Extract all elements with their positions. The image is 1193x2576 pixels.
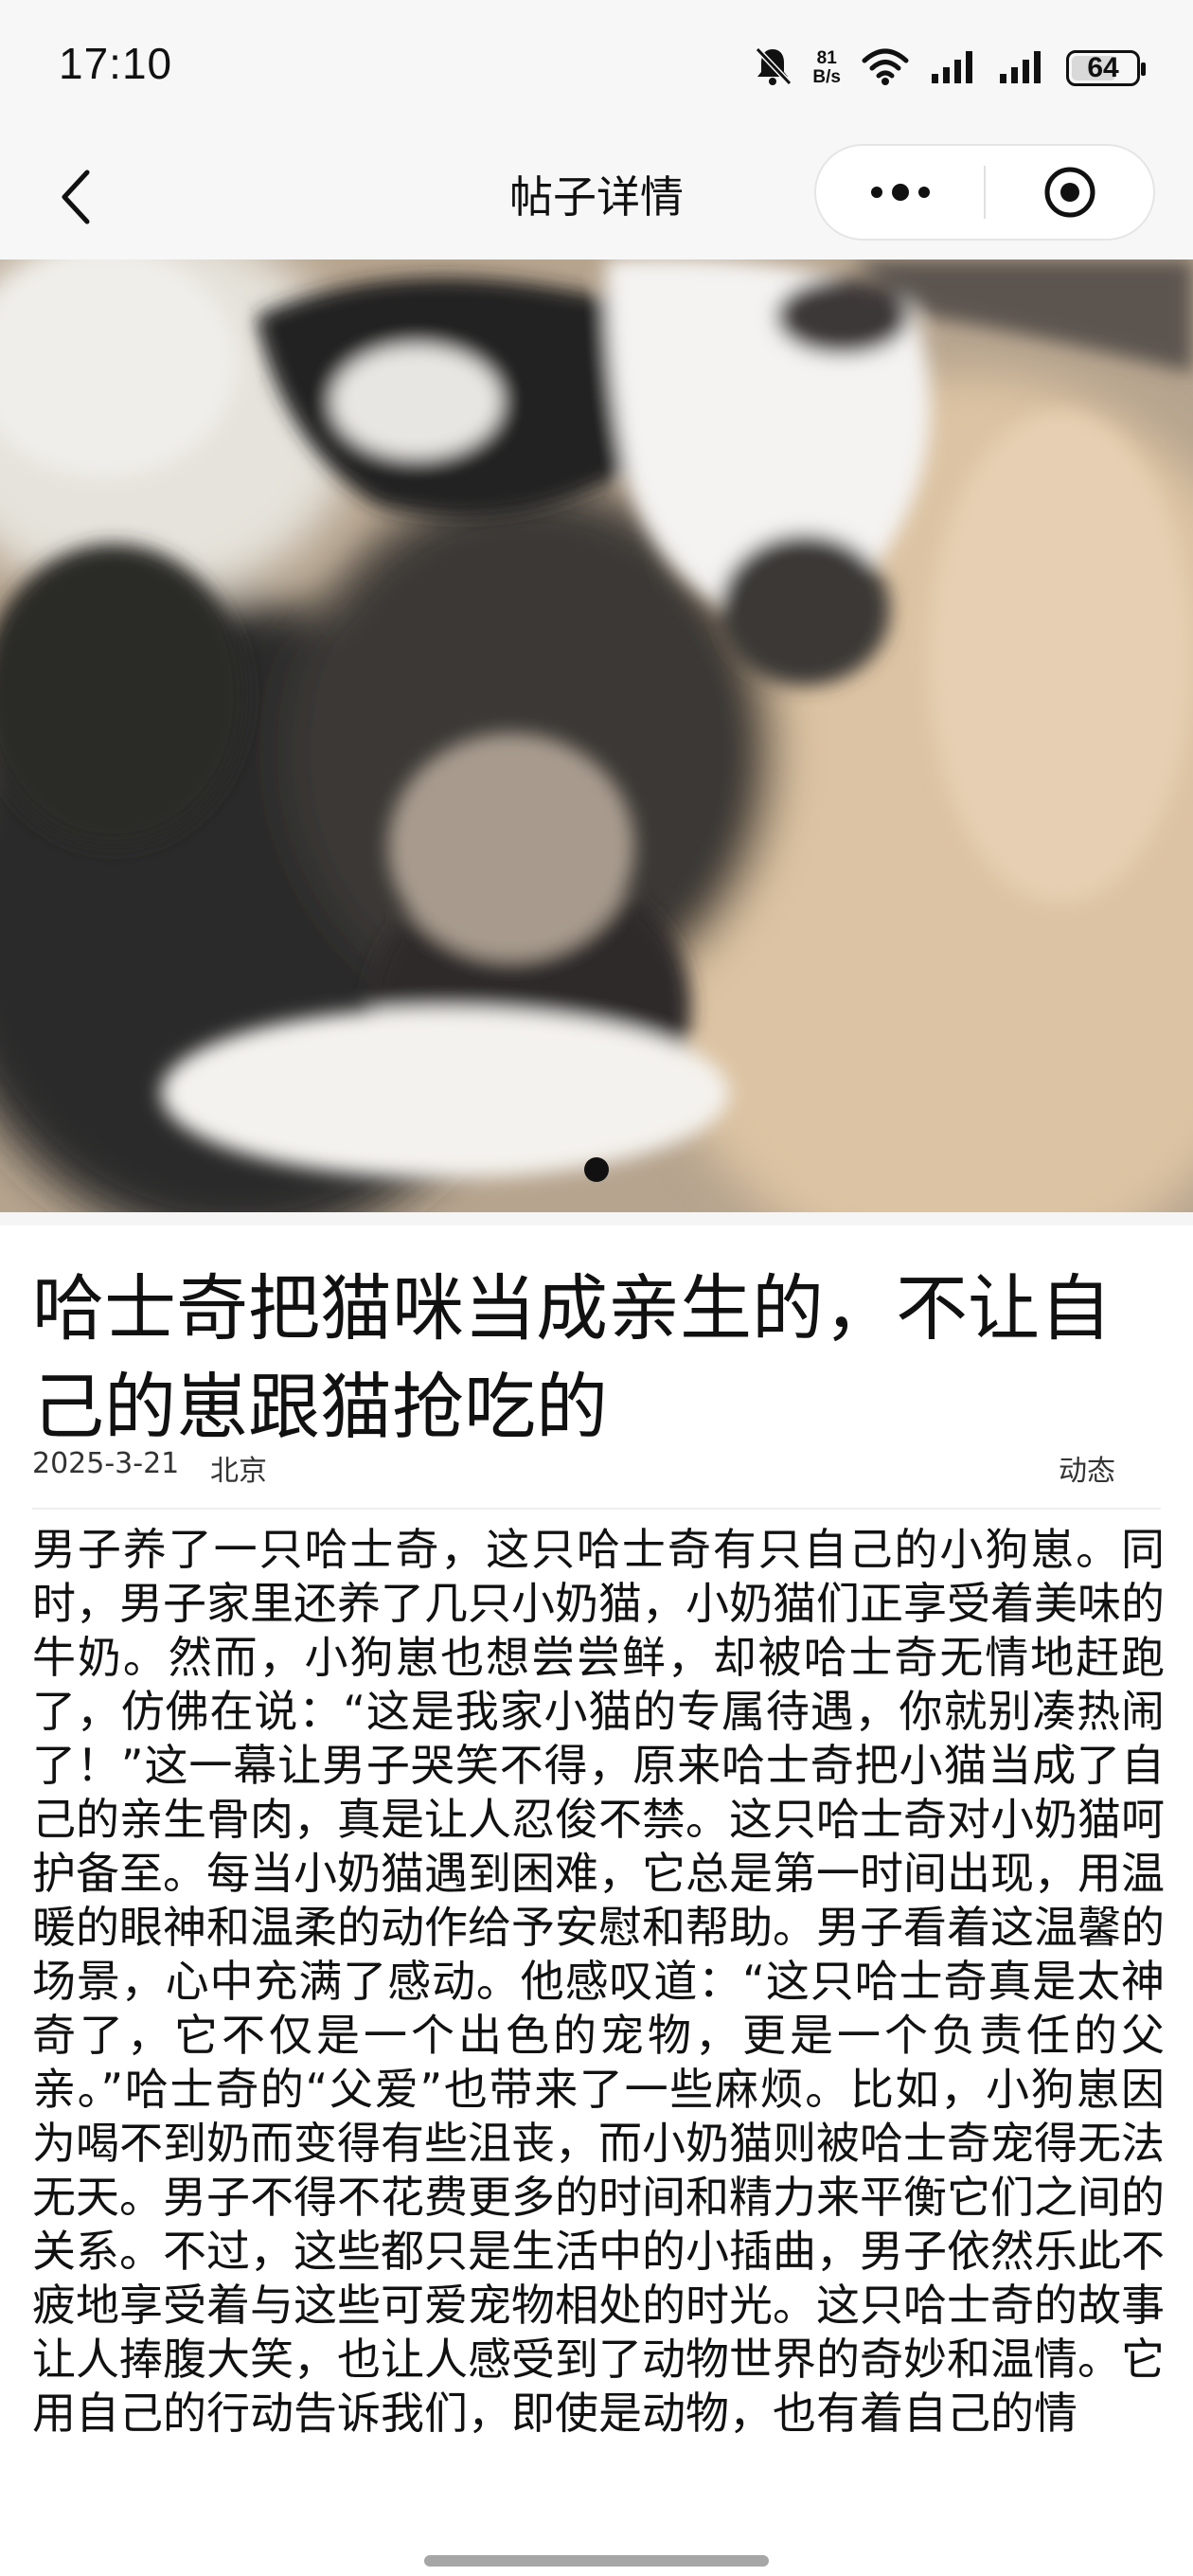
net-speed-value: 81 (816, 48, 837, 68)
post-date: 2025-3-21 (32, 1447, 180, 1480)
post-photo (0, 259, 1193, 1212)
bell-muted-icon (754, 45, 792, 91)
post-category-tag[interactable]: 动态 (1059, 1447, 1115, 1489)
more-icon (870, 184, 930, 201)
post-title: 哈士奇把猫咪当成亲生的，不让自己的崽跟猫抢吃的 (32, 1266, 1112, 1449)
post-location: 北京 (210, 1455, 267, 1488)
mini-program-capsule (814, 144, 1155, 241)
meta-divider (32, 1508, 1161, 1510)
home-indicator (424, 2555, 769, 2567)
status-bar: 17:10 81 B/s 64 (0, 0, 1193, 133)
post-body: 男子养了一只哈士奇，这只哈士奇有只自己的小狗崽。同时，男子家里还养了几只小奶猫，… (32, 1524, 1165, 2439)
section-divider (0, 1212, 1193, 1225)
status-icons: 81 B/s 64 (754, 42, 1146, 95)
post-image[interactable] (0, 259, 1193, 1212)
status-time: 17:10 (59, 39, 173, 88)
net-speed-unit: B/s (812, 67, 841, 87)
more-button[interactable] (816, 146, 984, 239)
net-speed: 81 B/s (812, 49, 841, 87)
carousel-indicator (584, 1157, 609, 1182)
battery-icon: 64 (1066, 50, 1146, 86)
close-miniprogram-button[interactable] (986, 146, 1153, 239)
post-content: 哈士奇把猫咪当成亲生的，不让自己的崽跟猫抢吃的 2025-3-21 北京 动态 … (0, 1212, 1193, 2576)
wifi-icon (862, 47, 909, 89)
signal-icon (930, 47, 977, 89)
battery-level: 64 (1087, 52, 1119, 83)
signal-icon (998, 47, 1045, 89)
record-icon (1044, 167, 1095, 218)
nav-bar: 帖子详情 (0, 133, 1193, 259)
